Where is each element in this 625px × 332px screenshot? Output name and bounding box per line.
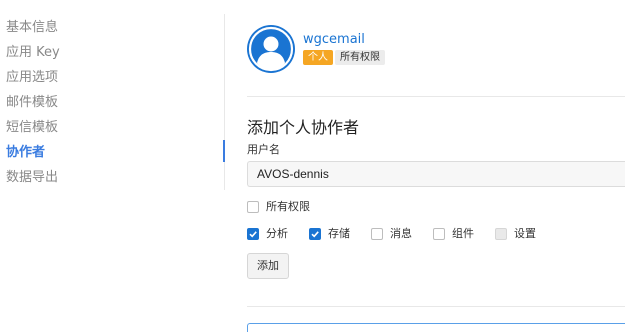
- sidebar: 基本信息 应用 Key 应用选项 邮件模板 短信模板 协作者 数据导出: [0, 0, 226, 190]
- permission-components-checkbox[interactable]: 组件: [433, 227, 474, 241]
- checkbox-box[interactable]: [371, 228, 383, 240]
- checkbox-box[interactable]: [247, 228, 259, 240]
- all-permissions-checkbox[interactable]: 所有权限: [247, 200, 310, 214]
- checkbox-box[interactable]: [247, 201, 259, 213]
- sidebar-item-app-key[interactable]: 应用 Key: [6, 45, 60, 61]
- checkbox-box[interactable]: [309, 228, 321, 240]
- checkbox-label: 消息: [390, 227, 412, 240]
- add-collaborator-button[interactable]: 添加: [247, 253, 289, 279]
- sidebar-item-data-export[interactable]: 数据导出: [6, 170, 58, 186]
- username-input[interactable]: AVOS-dennis: [247, 161, 625, 187]
- checkbox-label: 组件: [452, 227, 474, 240]
- checkmark-icon: [249, 231, 257, 238]
- sidebar-item-sms-templates[interactable]: 短信模板: [6, 120, 58, 136]
- collaborator-panel: [247, 323, 625, 332]
- section-divider: [247, 96, 625, 97]
- sidebar-item-basic-info[interactable]: 基本信息: [6, 20, 58, 36]
- sidebar-item-app-options[interactable]: 应用选项: [6, 70, 58, 86]
- account-type-badge: 个人: [303, 50, 333, 65]
- checkbox-label: 所有权限: [266, 200, 310, 213]
- permission-settings-checkbox: 设置: [495, 227, 536, 241]
- checkmark-icon: [311, 231, 319, 238]
- user-silhouette-icon: [248, 26, 294, 72]
- permission-badge: 所有权限: [335, 50, 385, 65]
- sidebar-item-collaborators[interactable]: 协作者: [6, 145, 45, 161]
- username-field-label: 用户名: [247, 143, 280, 156]
- checkbox-box[interactable]: [433, 228, 445, 240]
- username-link[interactable]: wgcemail: [303, 32, 365, 48]
- section-title: 添加个人协作者: [247, 118, 360, 137]
- sidebar-divider: [224, 14, 225, 190]
- checkbox-label: 分析: [266, 227, 288, 240]
- permission-analytics-checkbox[interactable]: 分析: [247, 227, 288, 241]
- user-avatar-icon: [247, 25, 295, 73]
- checkbox-box: [495, 228, 507, 240]
- sidebar-active-indicator: [223, 140, 225, 162]
- sidebar-item-email-templates[interactable]: 邮件模板: [6, 95, 58, 111]
- checkbox-label: 设置: [514, 227, 536, 240]
- checkbox-label: 存储: [328, 227, 350, 240]
- permission-storage-checkbox[interactable]: 存储: [309, 227, 350, 241]
- section-divider: [247, 306, 625, 307]
- permission-messages-checkbox[interactable]: 消息: [371, 227, 412, 241]
